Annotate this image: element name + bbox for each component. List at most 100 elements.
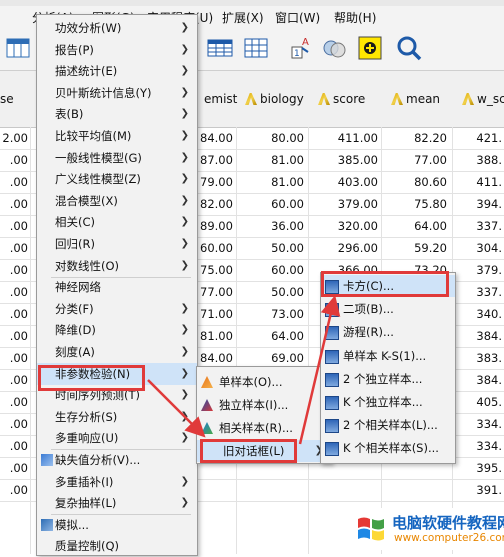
table-cell[interactable]: 334.: [454, 417, 502, 431]
menu-item-independent-samples[interactable]: 独立样本(I)...: [197, 394, 331, 416]
column-header-score[interactable]: score: [318, 92, 365, 106]
menu-item-reports[interactable]: 报告(P) ❯: [37, 39, 197, 61]
menu-item-one-sample[interactable]: 单样本(O)...: [197, 371, 331, 393]
table-cell[interactable]: 388.: [454, 153, 502, 167]
table-cell[interactable]: .00: [0, 461, 28, 475]
table-cell[interactable]: .00: [0, 153, 28, 167]
menu-item-neural-networks[interactable]: 神经网络: [37, 276, 197, 298]
table-cell[interactable]: 79.00: [200, 175, 233, 189]
table-cell[interactable]: 411.00: [310, 131, 378, 145]
table-cell[interactable]: 60.00: [238, 197, 304, 211]
table-cell[interactable]: 395.: [454, 461, 502, 475]
column-header-se[interactable]: se: [0, 92, 14, 106]
table-cell[interactable]: 405.: [454, 395, 502, 409]
table-cell[interactable]: .00: [0, 351, 28, 365]
table-cell[interactable]: 75.00: [200, 263, 233, 277]
menu-item-tables[interactable]: 表(B) ❯: [37, 103, 197, 125]
menu-item-simulation[interactable]: 模拟...: [37, 514, 197, 536]
menu-item-dimension-reduction[interactable]: 降维(D) ❯: [37, 319, 197, 341]
table-cell[interactable]: .00: [0, 373, 28, 387]
table-cell[interactable]: 379.00: [310, 197, 378, 211]
menu-item-multiple-imputation[interactable]: 多重插补(I) ❯: [37, 471, 197, 493]
table-cell[interactable]: 50.00: [238, 241, 304, 255]
table-cell[interactable]: 77.00: [383, 153, 447, 167]
menu-item-compare-means[interactable]: 比较平均值(M) ❯: [37, 125, 197, 147]
menu-help[interactable]: 帮助(H): [334, 9, 376, 26]
table-cell[interactable]: 84.00: [200, 131, 233, 145]
menu-item-missing-value-analysis[interactable]: 缺失值分析(V)...: [37, 449, 197, 471]
table-cell[interactable]: .00: [0, 175, 28, 189]
menu-item-bayesian-stats[interactable]: 贝叶斯统计信息(Y) ❯: [37, 82, 197, 104]
menu-item-generalized-linear-model[interactable]: 广义线性模型(Z) ❯: [37, 168, 197, 190]
table-cell[interactable]: .00: [0, 439, 28, 453]
add-cases-icon[interactable]: [356, 34, 384, 62]
menu-item-k-independent-samples[interactable]: K 个独立样本...: [321, 391, 455, 413]
menu-item-two-related-samples[interactable]: 2 个相关样本(L)...: [321, 414, 455, 436]
table-cell[interactable]: .00: [0, 307, 28, 321]
table-cell[interactable]: 337.: [454, 219, 502, 233]
menu-extensions[interactable]: 扩展(X): [222, 9, 264, 26]
table-cell[interactable]: 87.00: [200, 153, 233, 167]
table-cell[interactable]: 296.00: [310, 241, 378, 255]
menu-item-runs[interactable]: 游程(R)...: [321, 321, 455, 343]
menu-item-regression[interactable]: 回归(R) ❯: [37, 233, 197, 255]
menu-item-general-linear-model[interactable]: 一般线性模型(G) ❯: [37, 147, 197, 169]
table-cell[interactable]: .00: [0, 285, 28, 299]
table-cell[interactable]: 82.20: [383, 131, 447, 145]
menu-item-complex-samples[interactable]: 复杂抽样(L) ❯: [37, 492, 197, 514]
table-cell[interactable]: 81.00: [238, 153, 304, 167]
table-cell[interactable]: .00: [0, 329, 28, 343]
table-cell[interactable]: 80.60: [383, 175, 447, 189]
menu-item-one-sample-ks[interactable]: 单样本 K-S(1)...: [321, 345, 455, 367]
data-editor-icon[interactable]: [4, 34, 32, 62]
table-cell[interactable]: 69.00: [238, 351, 304, 365]
menu-window[interactable]: 窗口(W): [275, 9, 320, 26]
menu-item-related-samples[interactable]: 相关样本(R)...: [197, 417, 331, 439]
menu-item-mixed-models[interactable]: 混合模型(X) ❯: [37, 190, 197, 212]
table-cell[interactable]: 411.: [454, 175, 502, 189]
sets-icon[interactable]: [320, 34, 348, 62]
table-cell[interactable]: 334.: [454, 439, 502, 453]
table-icon[interactable]: [206, 34, 234, 62]
table-cell[interactable]: 59.20: [383, 241, 447, 255]
table-cell[interactable]: 73.00: [238, 307, 304, 321]
table-cell[interactable]: .00: [0, 263, 28, 277]
menu-item-k-related-samples[interactable]: K 个相关样本(S)...: [321, 437, 455, 459]
table-cell[interactable]: 81.00: [238, 175, 304, 189]
table-cell[interactable]: 77.00: [200, 285, 233, 299]
value-labels-icon[interactable]: 1 A: [288, 34, 316, 62]
table-cell[interactable]: 421.: [454, 131, 502, 145]
menu-item-multiple-response[interactable]: 多重响应(U) ❯: [37, 427, 197, 449]
table-cell[interactable]: .00: [0, 483, 28, 497]
table-cell[interactable]: 80.00: [238, 131, 304, 145]
menu-item-scale[interactable]: 刻度(A) ❯: [37, 341, 197, 363]
table-cell[interactable]: 2.00: [0, 131, 28, 145]
menu-item-correlate[interactable]: 相关(C) ❯: [37, 211, 197, 233]
table-cell[interactable]: 36.00: [238, 219, 304, 233]
search-icon[interactable]: [395, 34, 423, 62]
menu-item-loglinear[interactable]: 对数线性(O) ❯: [37, 255, 197, 277]
table-cell[interactable]: 71.00: [200, 307, 233, 321]
table-cell[interactable]: 379.: [454, 263, 502, 277]
grid-icon[interactable]: [242, 34, 270, 62]
table-cell[interactable]: 64.00: [238, 329, 304, 343]
column-header-biology[interactable]: biology: [245, 92, 304, 106]
table-cell[interactable]: 89.00: [200, 219, 233, 233]
table-cell[interactable]: 84.00: [200, 351, 233, 365]
table-cell[interactable]: 81.00: [200, 329, 233, 343]
table-cell[interactable]: 50.00: [238, 285, 304, 299]
table-cell[interactable]: 384.: [454, 329, 502, 343]
menu-item-classify[interactable]: 分类(F) ❯: [37, 298, 197, 320]
menu-item-survival[interactable]: 生存分析(S) ❯: [37, 406, 197, 428]
menu-item-descriptive-stats[interactable]: 描述统计(E) ❯: [37, 60, 197, 82]
table-cell[interactable]: 60.00: [238, 263, 304, 277]
table-cell[interactable]: 60.00: [200, 241, 233, 255]
table-cell[interactable]: .00: [0, 241, 28, 255]
table-cell[interactable]: 64.00: [383, 219, 447, 233]
table-cell[interactable]: .00: [0, 197, 28, 211]
column-header-emist[interactable]: emist: [204, 92, 237, 106]
table-cell[interactable]: .00: [0, 417, 28, 431]
table-cell[interactable]: 384.: [454, 373, 502, 387]
table-cell[interactable]: 391.: [454, 483, 502, 497]
table-cell[interactable]: 403.00: [310, 175, 378, 189]
